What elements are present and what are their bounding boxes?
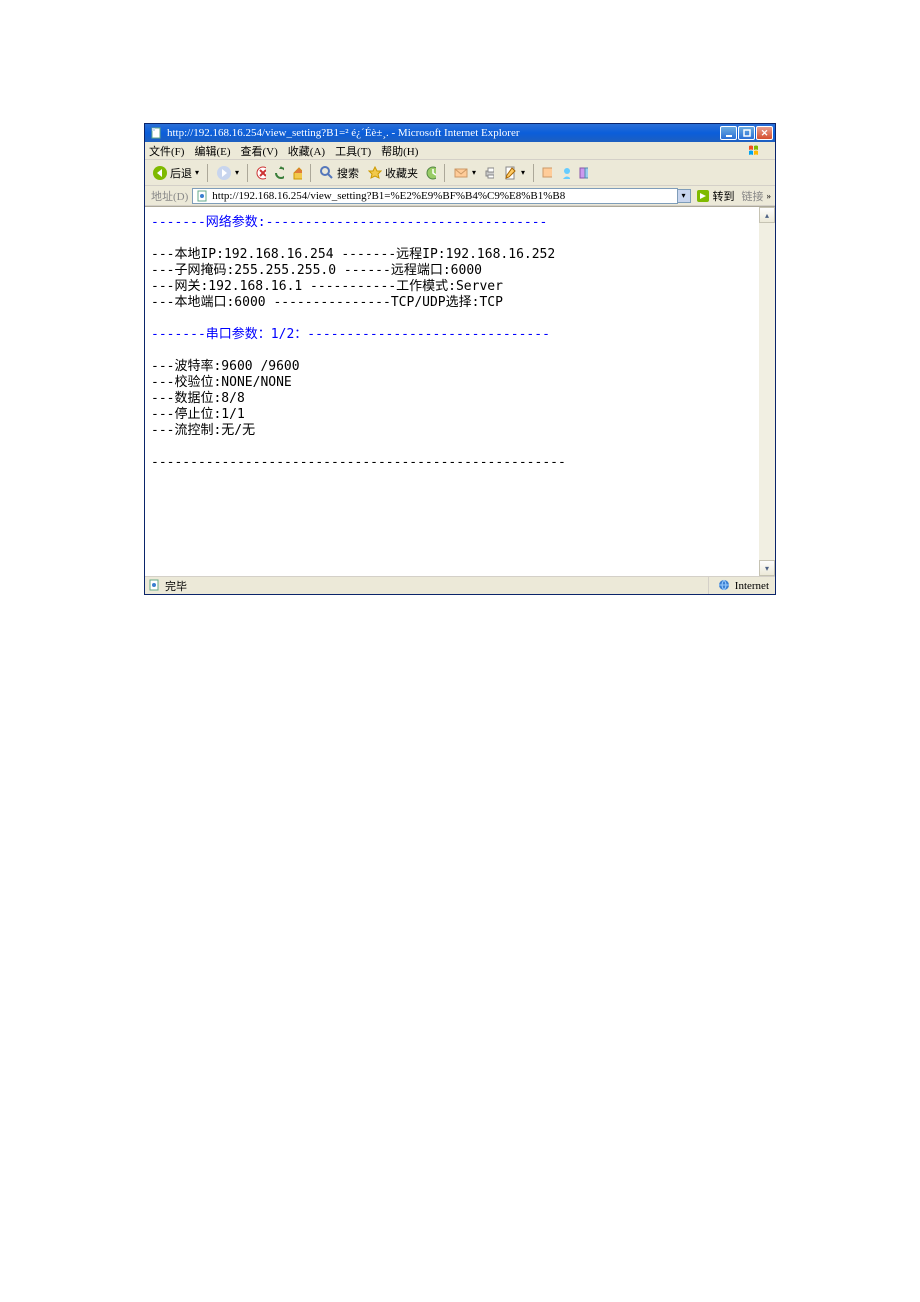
forward-button[interactable]: ▾ <box>213 163 242 183</box>
separator <box>533 164 534 182</box>
menu-help[interactable]: 帮助(H) <box>381 143 418 159</box>
separator <box>207 164 208 182</box>
address-dropdown[interactable]: ▾ <box>677 189 691 203</box>
history-button[interactable] <box>423 165 439 181</box>
line-stopbits: ---停止位:1/1 <box>151 407 245 422</box>
menu-tools[interactable]: 工具(T) <box>335 143 371 159</box>
line-baud: ---波特率:9600 /9600 <box>151 359 300 374</box>
internet-zone-icon <box>718 579 732 593</box>
back-icon <box>152 165 168 181</box>
chevron-down-icon: ▾ <box>521 168 525 177</box>
page-content: -------网络参数:----------------------------… <box>145 206 775 576</box>
toolbar: 后退 ▾ ▾ 搜索 收藏夹 ▾ ▾ <box>145 160 775 186</box>
address-bar: 地址(D) http://192.168.16.254/view_setting… <box>145 186 775 206</box>
scroll-down-button[interactable]: ▾ <box>759 560 775 576</box>
windows-logo-icon <box>747 143 763 159</box>
address-url: http://192.168.16.254/view_setting?B1=%E… <box>212 190 565 202</box>
forward-icon <box>216 165 232 181</box>
chevron-right-icon[interactable]: » <box>767 191 772 201</box>
security-zone: Internet <box>708 577 775 594</box>
close-button[interactable]: ✕ <box>756 126 773 140</box>
line-subnet: ---子网掩码:255.255.255.0 ------远程端口:6000 <box>151 263 482 278</box>
mail-button[interactable]: ▾ <box>450 163 479 183</box>
section-network-header: -------网络参数:----------------------------… <box>151 215 547 230</box>
menu-bar: 文件(F) 编辑(E) 查看(V) 收藏(A) 工具(T) 帮助(H) <box>145 142 775 160</box>
ie-window: http://192.168.16.254/view_setting?B1=² … <box>144 123 776 595</box>
search-icon <box>319 165 335 181</box>
chevron-down-icon: ▾ <box>195 168 199 177</box>
separator <box>444 164 445 182</box>
status-bar: 完毕 Internet <box>145 576 775 594</box>
title-bar[interactable]: http://192.168.16.254/view_setting?B1=² … <box>145 124 775 142</box>
address-input[interactable]: http://192.168.16.254/view_setting?B1=%E… <box>192 188 677 204</box>
minimize-button[interactable] <box>720 126 737 140</box>
line-databits: ---数据位:8/8 <box>151 391 245 406</box>
separator <box>247 164 248 182</box>
ie-page-icon <box>149 126 163 140</box>
edit-button[interactable]: ▾ <box>499 163 528 183</box>
menu-favorites[interactable]: 收藏(A) <box>288 143 325 159</box>
line-local-ip: ---本地IP:192.168.16.254 -------远程IP:192.1… <box>151 247 555 262</box>
scrollbar[interactable]: ▴ ▾ <box>759 207 775 576</box>
section-serial-header: -------串口参数：1/2：------------------------… <box>151 327 550 342</box>
done-icon <box>148 579 162 593</box>
chevron-down-icon: ▾ <box>235 168 239 177</box>
status-text: 完毕 <box>165 578 708 594</box>
menu-edit[interactable]: 编辑(E) <box>194 143 230 159</box>
mail-icon <box>453 165 469 181</box>
menu-file[interactable]: 文件(F) <box>149 143 184 159</box>
line-gateway: ---网关:192.168.16.1 -----------工作模式:Serve… <box>151 279 503 294</box>
section-footer: ----------------------------------------… <box>151 455 566 470</box>
home-button[interactable] <box>289 165 305 181</box>
line-local-port: ---本地端口:6000 ---------------TCP/UDP选择:TC… <box>151 295 503 310</box>
ie-page-icon <box>195 189 209 203</box>
go-icon <box>695 188 711 204</box>
discuss-button[interactable] <box>539 165 555 181</box>
print-button[interactable] <box>481 165 497 181</box>
scroll-up-button[interactable]: ▴ <box>759 207 775 223</box>
chevron-down-icon: ▾ <box>472 168 476 177</box>
messenger-button[interactable] <box>557 165 573 181</box>
refresh-button[interactable] <box>271 165 287 181</box>
go-button[interactable]: 转到 <box>695 188 735 204</box>
search-button[interactable]: 搜索 <box>316 163 362 183</box>
address-label: 地址(D) <box>151 188 188 204</box>
line-parity: ---校验位:NONE/NONE <box>151 375 292 390</box>
separator <box>310 164 311 182</box>
stop-button[interactable] <box>253 165 269 181</box>
research-button[interactable] <box>575 165 591 181</box>
favorites-button[interactable]: 收藏夹 <box>364 163 421 183</box>
edit-icon <box>502 165 518 181</box>
star-icon <box>367 165 383 181</box>
links-label[interactable]: 链接 <box>742 188 764 204</box>
maximize-button[interactable] <box>738 126 755 140</box>
back-button[interactable]: 后退 ▾ <box>149 163 202 183</box>
line-flowctrl: ---流控制:无/无 <box>151 423 255 438</box>
menu-view[interactable]: 查看(V) <box>241 143 278 159</box>
window-title: http://192.168.16.254/view_setting?B1=² … <box>167 127 720 139</box>
